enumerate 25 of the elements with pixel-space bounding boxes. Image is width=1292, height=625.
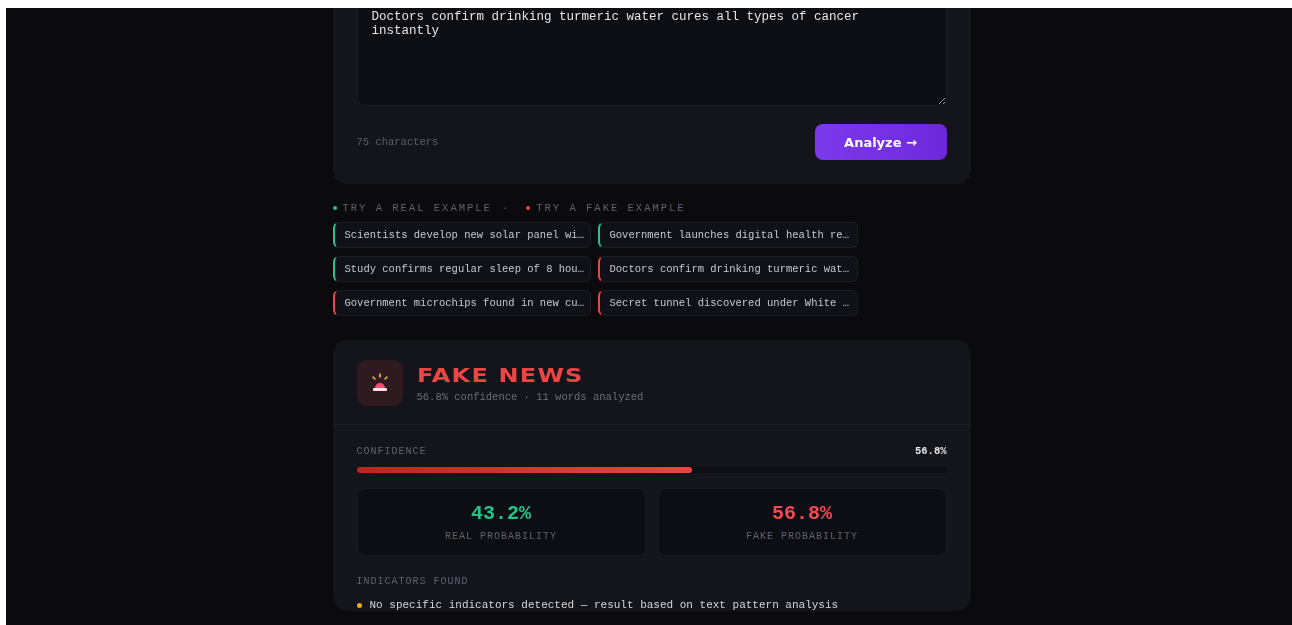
probability-value: 56.8%: [772, 502, 832, 525]
fake-example-label: TRY A FAKE EXAMPLE: [536, 202, 686, 214]
separator: ·: [501, 202, 511, 214]
probability-label: FAKE PROBABILITY: [746, 531, 858, 542]
dot-icon: [332, 206, 337, 210]
real-example-label: TRY A REAL EXAMPLE: [342, 202, 492, 214]
indicators-heading: INDICATORS FOUND: [356, 576, 470, 587]
character-count: 75 characters: [356, 136, 439, 148]
verdict-subtitle: 56.8% confidence · 11 words analyzed: [416, 391, 644, 403]
probability-label: REAL PROBABILITY: [445, 531, 557, 542]
probability-value: 43.2%: [471, 502, 531, 525]
confidence-value: 56.8%: [915, 445, 947, 457]
example-chip[interactable]: Study confirms regular sleep of 8 hou…: [332, 256, 591, 282]
example-chip[interactable]: Government launches digital health re…: [597, 222, 858, 248]
example-chip[interactable]: Scientists develop new solar panel wi…: [332, 222, 591, 248]
indicator-text: No specific indicators detected — result based on text pattern analysis: [369, 599, 839, 611]
bullet-icon: [356, 602, 362, 608]
verdict-title: FAKE NEWS: [416, 363, 585, 387]
analyze-button[interactable]: Analyze →: [814, 124, 947, 160]
confidence-label: CONFIDENCE: [356, 445, 427, 457]
dot-icon: [526, 206, 531, 210]
text-input-field[interactable]: Doctors confirm drinking turmeric water cures all types of cancer instantly: [356, 8, 947, 106]
example-chip[interactable]: Government microchips found in new cu…: [332, 290, 591, 316]
example-chip[interactable]: Doctors confirm drinking turmeric wat…: [597, 256, 858, 282]
example-chip[interactable]: Secret tunnel discovered under White …: [597, 290, 858, 316]
